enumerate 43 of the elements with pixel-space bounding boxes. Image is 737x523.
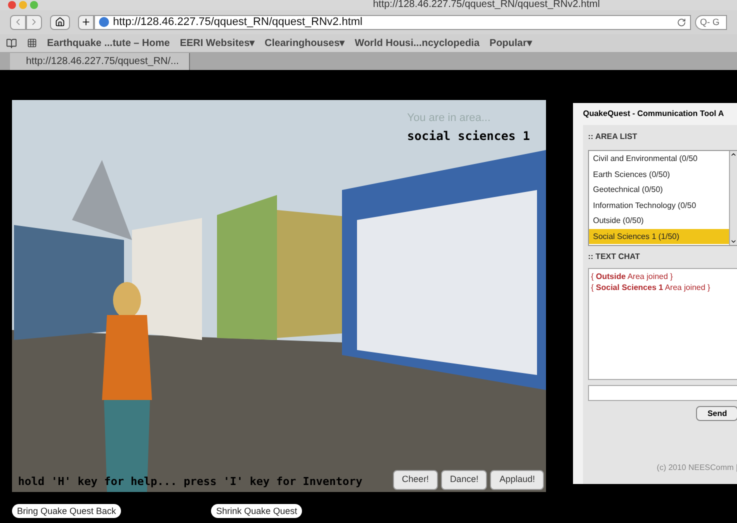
bookmark-link[interactable]: Clearinghouses▾	[264, 36, 345, 50]
address-text: http://128.46.227.75/qquest_RN/qquest_RNv2.html	[113, 14, 364, 30]
send-button[interactable]: Send	[696, 406, 737, 421]
chat-message: { Outside Area joined }	[591, 271, 674, 282]
chat-input-field[interactable]	[588, 385, 737, 401]
emote-button[interactable]: Applaud!	[490, 470, 544, 490]
reload-icon[interactable]	[677, 18, 686, 26]
area-list-item[interactable]: Outside (0/50)	[589, 213, 729, 228]
globe-icon	[99, 17, 109, 27]
area-list-item[interactable]: Geotechnical (0/50)	[589, 182, 729, 198]
page-button[interactable]: Bring Quake Quest Back	[12, 504, 122, 518]
scroll-down-icon[interactable]	[730, 238, 737, 245]
plus-icon	[81, 17, 91, 27]
area-list-item[interactable]: Social Sciences 1 (1/50)	[589, 228, 729, 244]
search-field[interactable]: Q‑ G	[695, 14, 727, 30]
window-title: http://128.46.227.75/qquest_RN/qquest_RNv2.html	[373, 0, 600, 10]
emote-button[interactable]: Cheer!	[392, 470, 438, 490]
section-heading: :: AREA LIST	[588, 131, 638, 143]
bookmark-link[interactable]: EERI Websites▾	[180, 36, 255, 50]
section-heading: :: TEXT CHAT	[588, 251, 641, 263]
page-button[interactable]: Shrink Quake Quest	[211, 504, 302, 518]
copyright-text: (c) 2010 NEESComm |	[656, 462, 737, 474]
area-list-item[interactable]: Civil and Environmental (0/50	[589, 151, 729, 166]
bookmark-link[interactable]: Earthquake ...tute – Home	[47, 36, 170, 50]
chat-message: { Social Sciences 1 Area joined }	[591, 282, 712, 293]
home-button[interactable]	[50, 14, 70, 30]
help-hint: hold 'H' key for help... press 'I' key for Inventory	[18, 474, 362, 490]
emote-button[interactable]: Dance!	[440, 470, 488, 490]
area-name: social sciences 1	[407, 128, 530, 144]
home-icon	[55, 17, 65, 27]
bookmark-link[interactable]: Popular▾	[490, 36, 532, 50]
address-field[interactable]: http://128.46.227.75/qquest_RN/qquest_RNv2.html	[94, 14, 691, 30]
panel-title: QuakeQuest - Communication Tool A	[582, 108, 725, 120]
area-list-item[interactable]: Earth Sciences (0/50)	[589, 166, 729, 182]
add-bookmark-button[interactable]	[78, 14, 94, 30]
close-icon[interactable]	[8, 1, 16, 9]
scrollbar[interactable]	[729, 151, 737, 245]
browser-tab[interactable]: http://128.46.227.75/qquest_RN/...	[10, 53, 190, 70]
area-list-item[interactable]: Information Technology (0/50	[589, 198, 729, 213]
bookmark-link[interactable]: World Housi...ncyclopedia	[354, 36, 480, 50]
grid-icon[interactable]	[27, 38, 37, 48]
scroll-up-icon[interactable]	[730, 151, 737, 158]
book-icon[interactable]	[6, 38, 17, 48]
